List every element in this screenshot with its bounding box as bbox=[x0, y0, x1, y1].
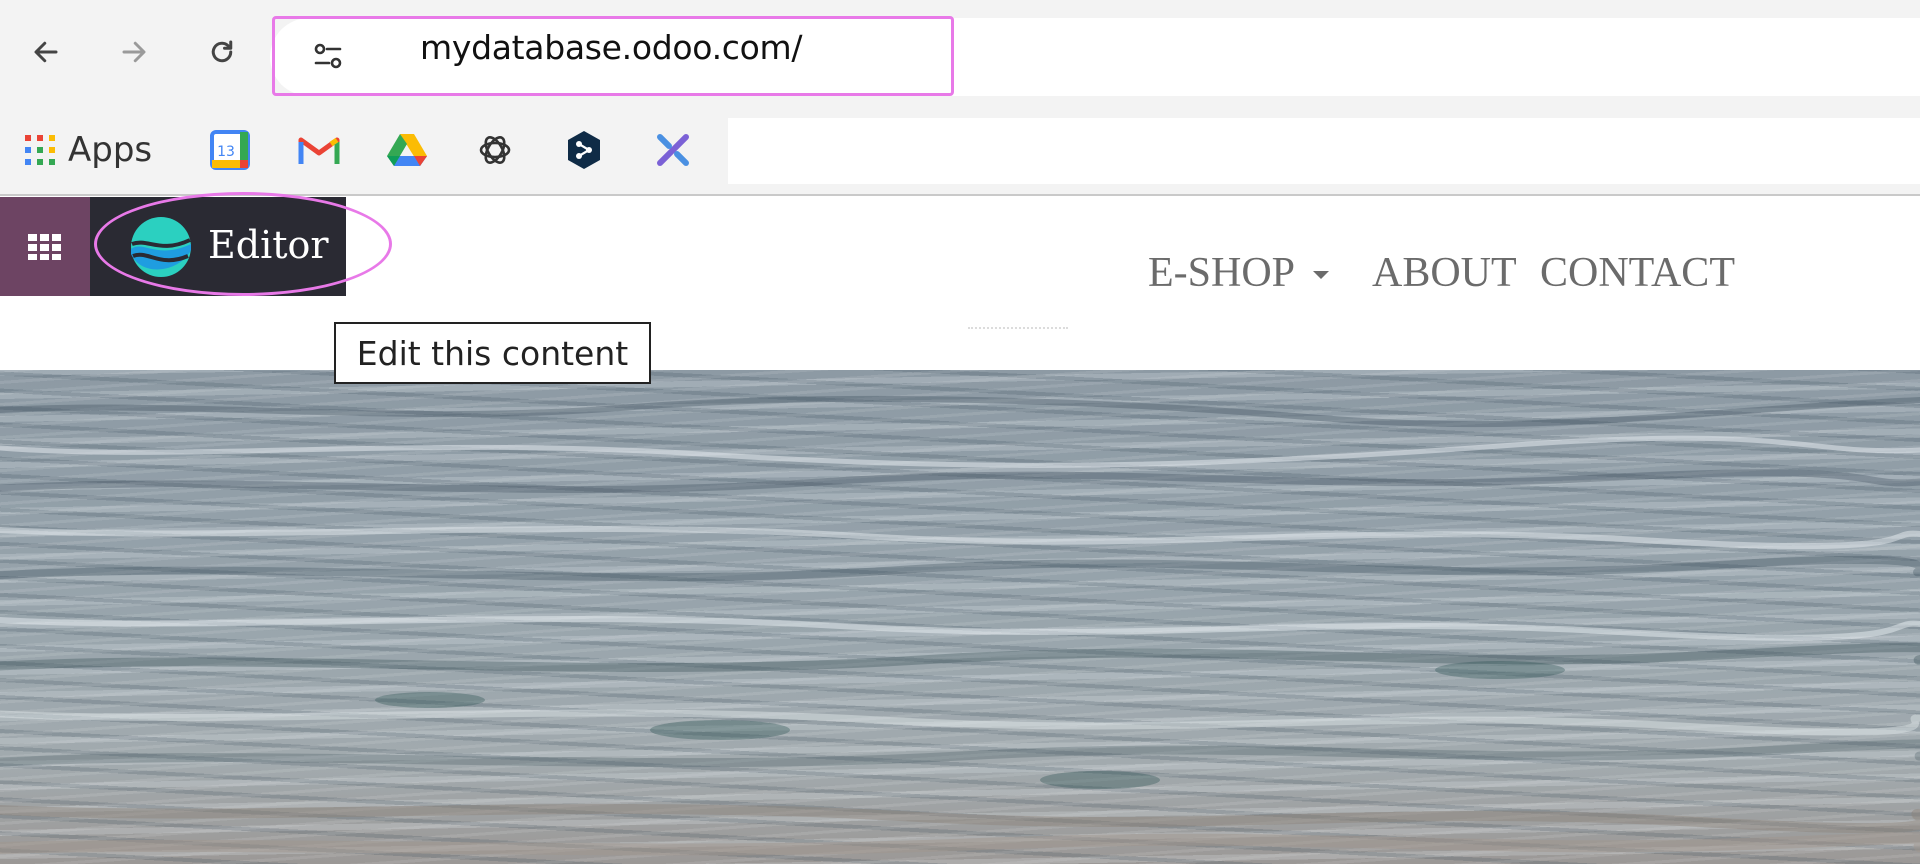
apps-menu-icon bbox=[28, 233, 61, 260]
bookmarks-bar: Apps 13 bbox=[0, 108, 1920, 196]
browser-toolbar: mydatabase.odoo.com/ bbox=[0, 0, 1920, 108]
apps-grid-icon bbox=[25, 135, 55, 165]
bookmark-gmail[interactable] bbox=[298, 126, 340, 174]
reload-button[interactable] bbox=[202, 30, 242, 74]
bookmark-tool[interactable] bbox=[654, 126, 692, 174]
menu-item-about-label: ABOUT bbox=[1372, 250, 1517, 296]
arrow-right-icon bbox=[122, 41, 146, 63]
chatgpt-icon bbox=[479, 136, 511, 164]
google-calendar-icon: 13 bbox=[210, 130, 250, 170]
water-texture bbox=[0, 395, 1920, 856]
editor-label: Editor bbox=[208, 223, 329, 267]
menu-item-contact-label: CONTACT bbox=[1540, 250, 1735, 296]
menu-item-eshop-label: E-SHOP bbox=[1148, 250, 1296, 296]
odoo-apps-button[interactable] bbox=[0, 197, 90, 296]
hero-water-image bbox=[0, 370, 1920, 864]
header-divider-dots bbox=[968, 327, 1068, 330]
deepl-icon bbox=[568, 131, 600, 169]
back-button[interactable] bbox=[26, 30, 66, 74]
tune-icon[interactable] bbox=[308, 38, 348, 74]
calendar-day: 13 bbox=[217, 144, 235, 160]
reload-icon bbox=[211, 40, 233, 63]
bookmark-google-drive[interactable] bbox=[386, 126, 428, 174]
menu-item-about[interactable]: ABOUT bbox=[1372, 249, 1517, 297]
editor-button[interactable]: Editor bbox=[90, 197, 346, 296]
bookmark-google-calendar[interactable]: 13 bbox=[210, 126, 250, 174]
website-header: Editor E-SHOP ABOUT CONTACT bbox=[0, 197, 1920, 370]
google-drive-icon bbox=[387, 134, 427, 166]
editor-logo-icon bbox=[131, 217, 191, 277]
edit-content-tooltip: Edit this content bbox=[334, 322, 651, 384]
menu-item-contact[interactable]: CONTACT bbox=[1540, 249, 1735, 297]
bookmark-chatgpt[interactable] bbox=[476, 126, 514, 174]
bookmark-deepl[interactable] bbox=[566, 126, 602, 174]
bookmarks-bar-empty-area bbox=[728, 118, 1920, 184]
url-text[interactable]: mydatabase.odoo.com/ bbox=[420, 28, 802, 67]
arrow-left-icon bbox=[34, 41, 58, 63]
forward-button[interactable] bbox=[114, 30, 154, 74]
chevron-down-icon bbox=[1313, 271, 1330, 279]
menu-item-eshop[interactable]: E-SHOP bbox=[1148, 249, 1330, 297]
bookmark-apps-label: Apps bbox=[68, 130, 153, 170]
gmail-icon bbox=[298, 137, 340, 164]
tool-icon bbox=[657, 134, 689, 166]
bookmark-apps[interactable]: Apps bbox=[24, 126, 152, 174]
